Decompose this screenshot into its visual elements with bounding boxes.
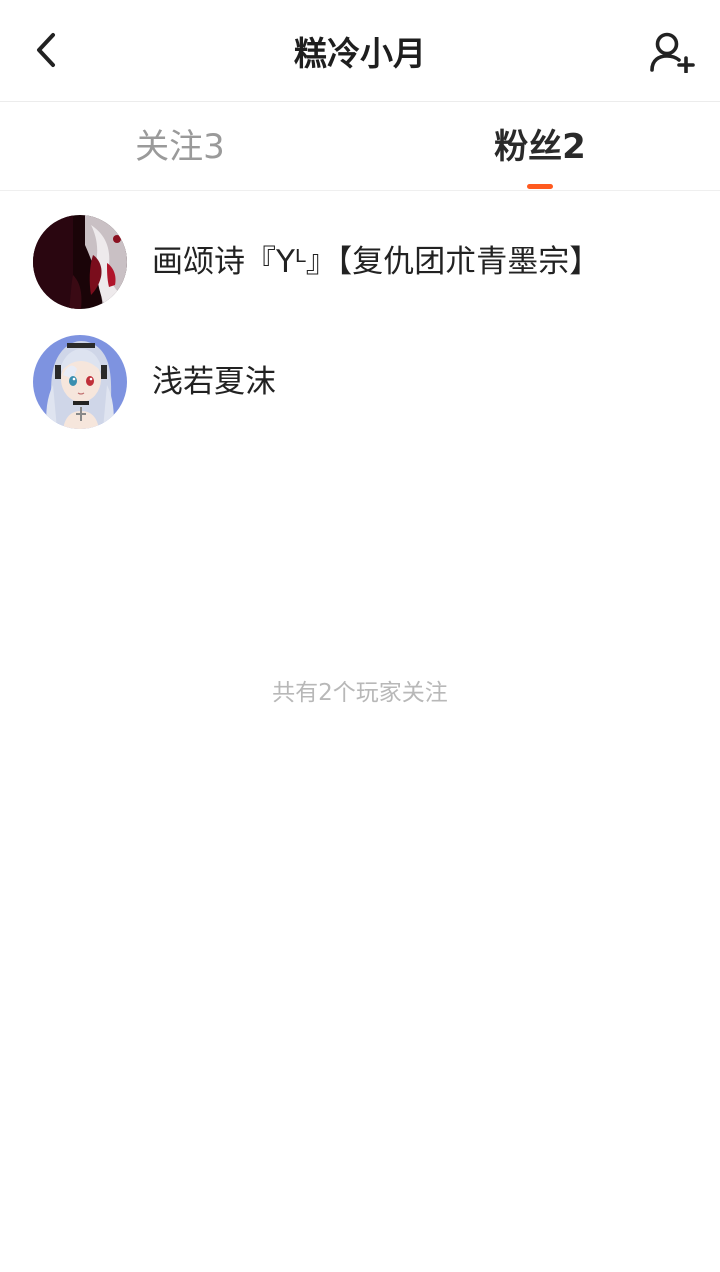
- tab-fans[interactable]: 粉丝2: [360, 102, 720, 190]
- fans-list: 画颂诗『Yᴸ』【复仇团朮青墨宗】 浅若夏沫 共有2个玩家关注: [0, 205, 720, 706]
- fans-page: 糕冷小月 关注3 粉丝2 画颂诗『Yᴸ』【复仇团朮青墨宗】 浅若夏沫 共有2个玩…: [0, 0, 720, 1272]
- add-user-icon: [649, 31, 695, 77]
- tab-fans-label: 粉丝2: [494, 127, 586, 167]
- tab-following[interactable]: 关注3: [0, 102, 360, 190]
- list-item[interactable]: 浅若夏沫: [0, 325, 720, 445]
- list-item[interactable]: 画颂诗『Yᴸ』【复仇团朮青墨宗】: [0, 205, 720, 325]
- fan-name: 画颂诗『Yᴸ』【复仇团朮青墨宗】: [152, 244, 601, 280]
- fan-name: 浅若夏沫: [152, 364, 276, 400]
- avatar[interactable]: [33, 335, 127, 429]
- tab-bar: 关注3 粉丝2: [0, 102, 720, 191]
- fans-count-note: 共有2个玩家关注: [272, 680, 448, 706]
- page-title: 糕冷小月: [294, 34, 426, 73]
- top-bar: 糕冷小月: [0, 0, 720, 102]
- chevron-left-icon: [33, 32, 59, 72]
- avatar[interactable]: [33, 215, 127, 309]
- add-friend-button[interactable]: [646, 28, 698, 80]
- tab-following-label: 关注3: [135, 127, 225, 167]
- back-button[interactable]: [22, 28, 70, 76]
- active-tab-indicator: [527, 184, 553, 189]
